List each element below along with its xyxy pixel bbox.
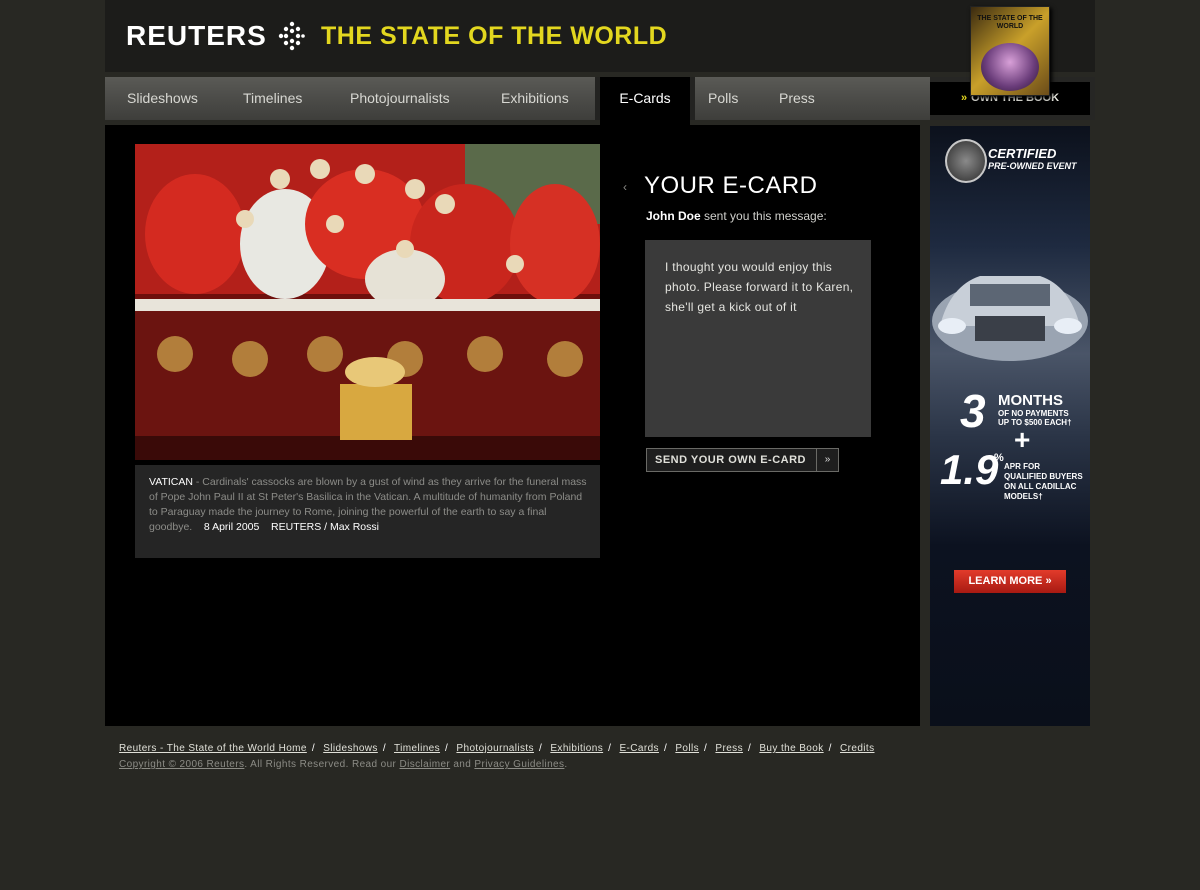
disclaimer-link[interactable]: Disclaimer — [399, 759, 450, 770]
tab-exhibitions[interactable]: Exhibitions — [501, 77, 569, 120]
footer-copyright: Copyright © 2006 Reuters. All Rights Res… — [119, 759, 568, 770]
tab-photojournalists[interactable]: Photojournalists — [350, 77, 450, 120]
footer-link-press[interactable]: Press — [715, 743, 743, 754]
tab-press[interactable]: Press — [779, 77, 815, 120]
message-box: I thought you would enjoy this photo. Pl… — [645, 240, 871, 437]
cadillac-ad-banner[interactable]: CERTIFIED PRE-OWNED EVENT 3 MONTHS OF NO… — [930, 126, 1090, 726]
site-header: REUTERS THE STATE OF THE WORLD — [105, 0, 1095, 72]
car-image — [932, 276, 1088, 361]
sender-line: John Doe sent you this message: — [646, 209, 827, 223]
book-cover-photo — [981, 43, 1039, 91]
caption-date: 8 April 2005 — [203, 521, 260, 533]
send-ecard-label: SEND YOUR OWN E-CARD — [655, 454, 806, 466]
ad-months: MONTHS — [998, 392, 1063, 409]
site-title: THE STATE OF THE WORLD — [321, 22, 668, 50]
cadillac-emblem-icon — [945, 139, 987, 183]
ad-event: PRE-OWNED EVENT — [988, 161, 1077, 171]
book-cover-image[interactable]: THE STATE OF THE WORLD — [970, 6, 1050, 96]
tab-slideshows[interactable]: Slideshows — [127, 77, 198, 120]
footer-link-polls[interactable]: Polls — [675, 743, 699, 754]
footer-link-slideshows[interactable]: Slideshows — [323, 743, 378, 754]
privacy-link[interactable]: Privacy Guidelines — [474, 759, 564, 770]
tab-ecards[interactable]: E-Cards — [600, 77, 690, 125]
photo-caption-box: VATICAN - Cardinals' cassocks are blown … — [135, 465, 600, 558]
reuters-logo[interactable]: REUTERS — [126, 20, 267, 52]
learn-more-button[interactable]: LEARN MORE » — [954, 570, 1066, 593]
footer: Reuters - The State of the World Home / S… — [119, 741, 919, 772]
ecard-title: YOUR E-CARD — [644, 172, 818, 199]
footer-link-credits[interactable]: Credits — [840, 743, 874, 754]
double-arrow-right-icon: » — [816, 449, 838, 471]
ad-certified: CERTIFIED — [988, 146, 1057, 161]
nav-bar: Slideshows Timelines Photojournalists Ex… — [105, 77, 930, 125]
sender-suffix: sent you this message: — [700, 209, 827, 223]
double-chevron-up-icon: » — [960, 92, 968, 104]
ad-no-payments: OF NO PAYMENTS UP TO $500 EACH† — [998, 409, 1072, 427]
ad-apr-number: 1.9 — [940, 446, 999, 493]
book-cover-title: THE STATE OF THE WORLD — [977, 15, 1043, 30]
photo-caption: VATICAN - Cardinals' cassocks are blown … — [149, 475, 589, 535]
footer-link-timelines[interactable]: Timelines — [394, 743, 440, 754]
caption-credit: REUTERS / Max Rossi — [271, 521, 379, 533]
ad-plus: + — [1014, 424, 1031, 455]
ad-months-number: 3 — [960, 385, 986, 437]
ad-apr-percent: % — [994, 452, 1004, 464]
caption-place: VATICAN — [149, 476, 193, 488]
send-your-own-ecard-button[interactable]: SEND YOUR OWN E-CARD » — [646, 448, 839, 472]
reuters-dots-icon — [278, 21, 305, 51]
ecard-photo — [135, 144, 600, 460]
tab-polls[interactable]: Polls — [708, 77, 738, 120]
back-arrow-icon[interactable]: ‹ — [623, 180, 627, 194]
main-content: VATICAN - Cardinals' cassocks are blown … — [105, 125, 920, 726]
footer-link-ecards[interactable]: E-Cards — [619, 743, 658, 754]
tab-timelines[interactable]: Timelines — [243, 77, 302, 120]
footer-link-photojournalists[interactable]: Photojournalists — [456, 743, 534, 754]
main-nav: Slideshows Timelines Photojournalists Ex… — [105, 77, 1095, 125]
footer-links: Reuters - The State of the World Home / S… — [119, 743, 875, 754]
footer-link-buy-book[interactable]: Buy the Book — [759, 743, 823, 754]
sender-name: John Doe — [646, 209, 701, 223]
ecard-message: I thought you would enjoy this photo. Pl… — [665, 260, 854, 314]
footer-link-home[interactable]: Reuters - The State of the World Home — [119, 743, 307, 754]
footer-link-exhibitions[interactable]: Exhibitions — [550, 743, 603, 754]
copyright-link[interactable]: Copyright © 2006 Reuters — [119, 759, 244, 770]
ad-apr-text: APR FOR QUALIFIED BUYERS ON ALL CADILLAC… — [1004, 462, 1083, 501]
